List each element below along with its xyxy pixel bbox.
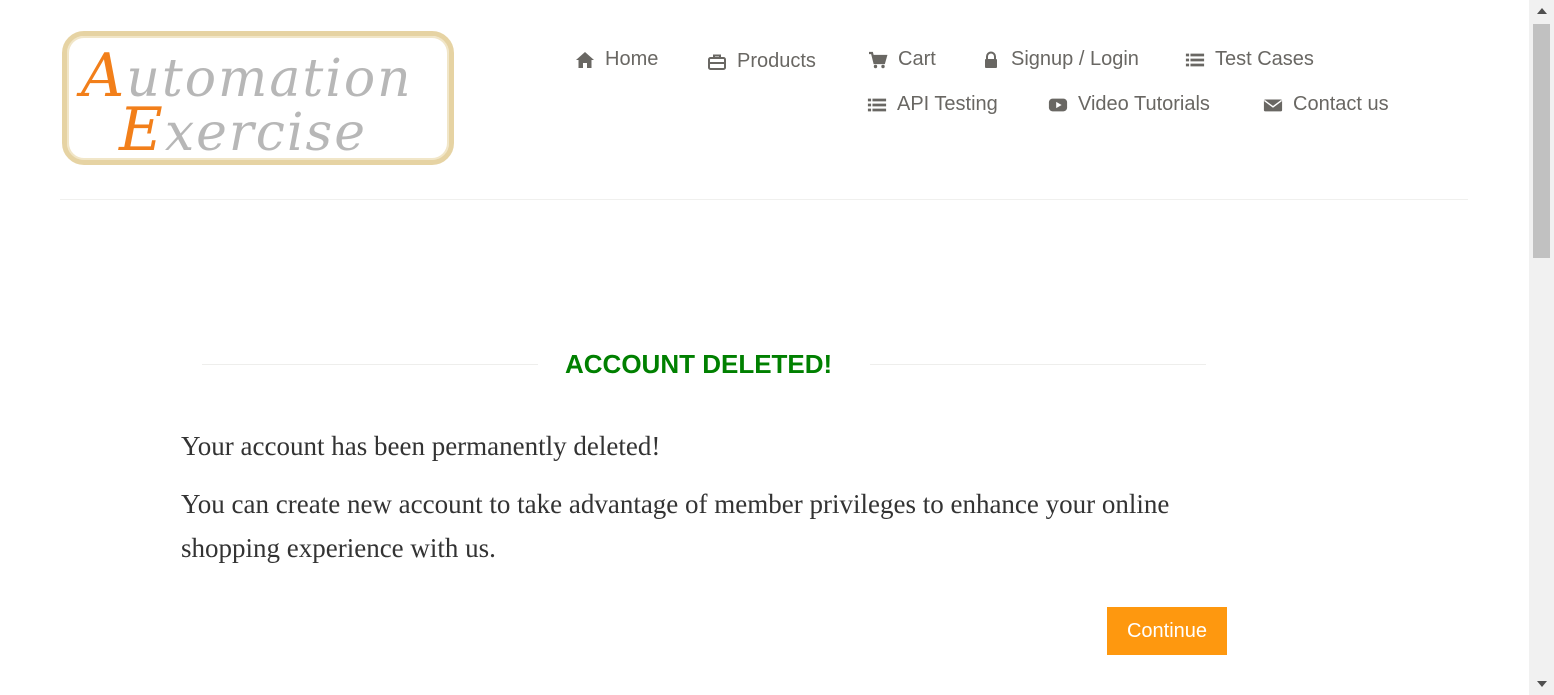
nav-products[interactable]: Products [707,50,816,73]
briefcase-icon [707,52,727,72]
nav-cart[interactable]: Cart [868,48,936,71]
nav-test-cases-label: Test Cases [1215,48,1314,70]
nav-signup-label: Signup / Login [1011,48,1139,70]
site-logo[interactable]: Automation Exercise [62,31,454,165]
continue-button[interactable]: Continue [1107,607,1227,655]
nav-api-testing[interactable]: API Testing [867,93,998,116]
title-divider-left [202,364,538,365]
list-icon [867,95,887,115]
list-icon [1185,50,1205,70]
scroll-down-arrow-icon[interactable] [1537,681,1547,687]
logo-cap-e: E [119,95,165,165]
nav-contact-us[interactable]: Contact us [1263,93,1389,116]
nav-products-label: Products [737,50,816,72]
scroll-up-arrow-icon[interactable] [1537,8,1547,14]
nav-video-tutorials[interactable]: Video Tutorials [1048,93,1210,116]
page-title: ACCOUNT DELETED! [565,349,833,379]
cart-icon [868,50,888,70]
logo-line-2: Exercise [119,100,367,160]
vertical-scrollbar[interactable] [1529,0,1554,695]
nav-home-label: Home [605,48,659,70]
nav-test-cases[interactable]: Test Cases [1185,48,1314,71]
envelope-icon [1263,95,1283,115]
nav-home[interactable]: Home [575,48,658,71]
lock-icon [981,50,1001,70]
nav-contact-label: Contact us [1293,93,1389,115]
page: Automation Exercise Home Products Cart S… [0,0,1554,695]
home-icon [575,50,595,70]
privileges-message: You can create new account to take advan… [181,489,1170,563]
logo-text-2: xercise [164,103,367,163]
deleted-message: Your account has been permanently delete… [181,431,661,461]
title-divider-right [870,364,1206,365]
scrollbar-thumb[interactable] [1533,24,1550,258]
nav-api-testing-label: API Testing [897,93,998,115]
nav-cart-label: Cart [898,48,936,70]
youtube-play-icon [1048,95,1068,115]
nav-video-label: Video Tutorials [1078,93,1210,115]
header-divider [60,199,1468,200]
nav-signup-login[interactable]: Signup / Login [981,48,1139,71]
